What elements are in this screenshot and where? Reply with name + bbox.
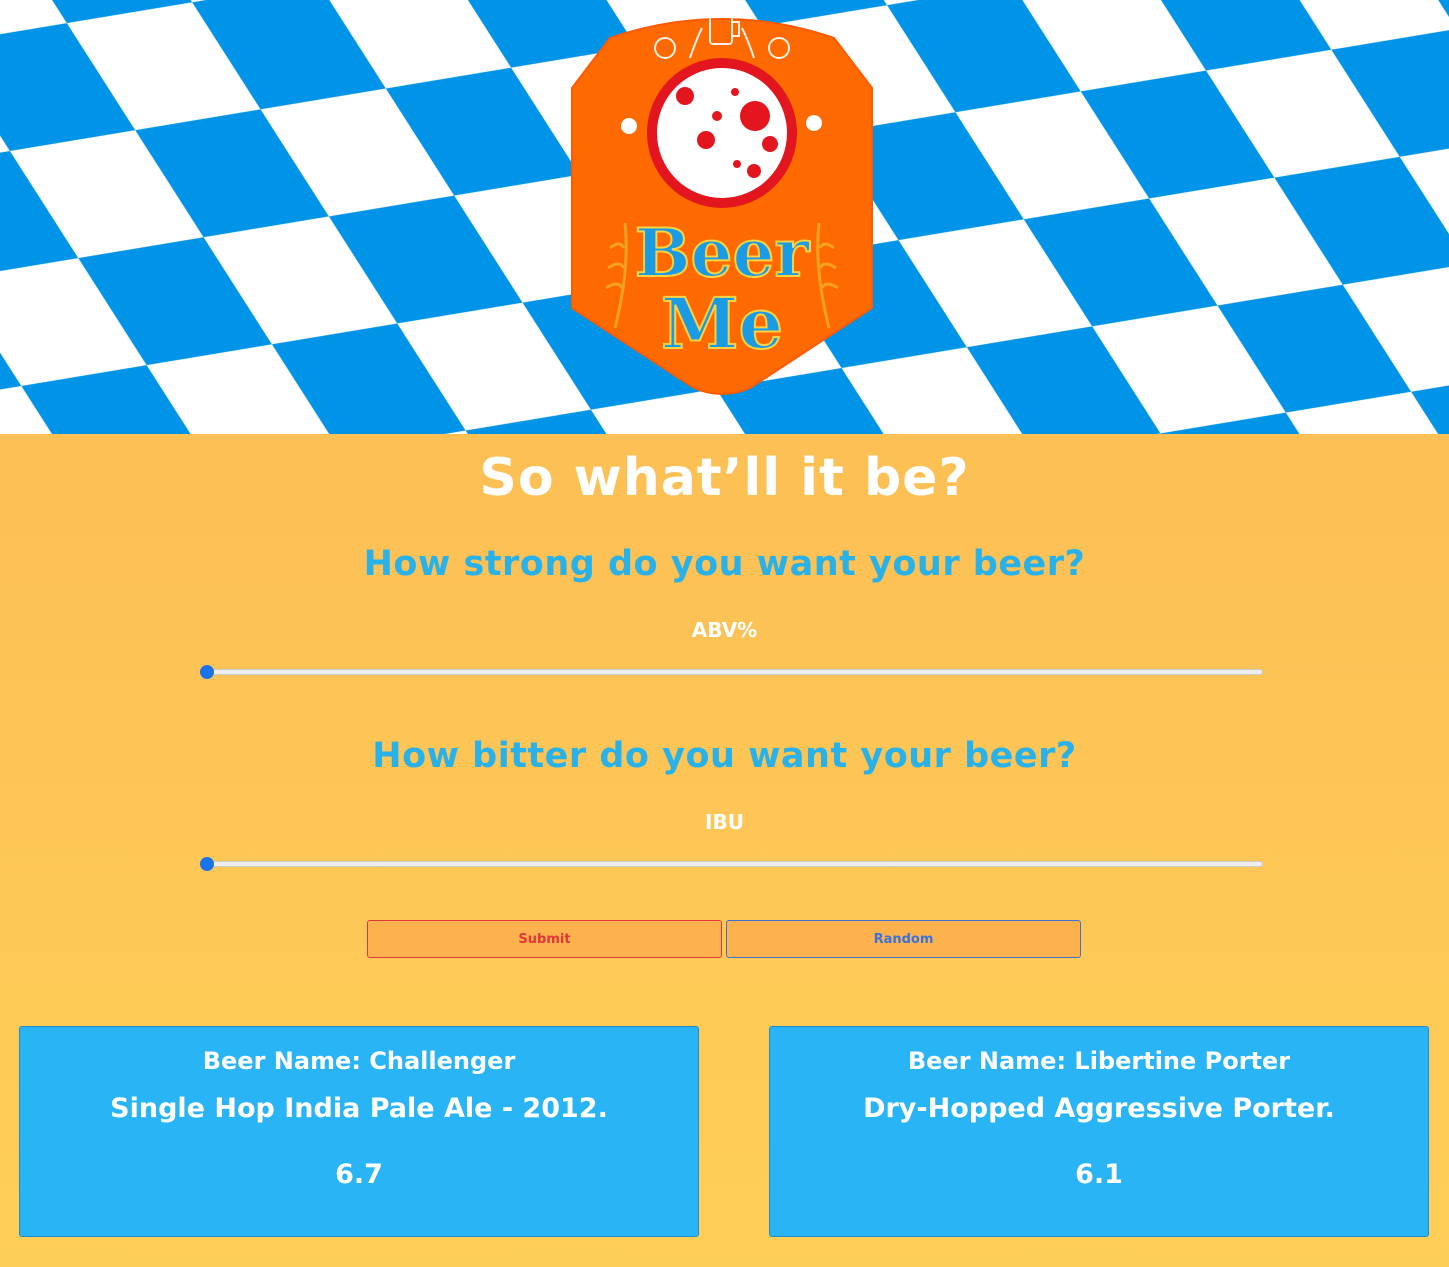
abv-slider[interactable] (200, 665, 1263, 679)
beer-name: Beer Name: Libertine Porter (907, 1047, 1291, 1075)
beer-name: Beer Name: Challenger (202, 1047, 516, 1075)
beer-result-card: Beer Name: Challenger Single Hop India P… (19, 1026, 699, 1237)
ibu-slider[interactable] (200, 857, 1263, 871)
ibu-slider-thumb[interactable] (200, 857, 214, 871)
ibu-label: IBU (705, 810, 744, 834)
beer-abv: 6.1 (1075, 1159, 1123, 1190)
beer-abv: 6.7 (335, 1159, 383, 1190)
beer-me-logo: Beer Me (571, 15, 873, 395)
abv-slider-thumb[interactable] (200, 665, 214, 679)
main-content: So what’ll it be? How strong do you want… (0, 434, 1449, 1267)
hero-banner: Beer Me (0, 0, 1449, 434)
logo-text-me: Me (661, 282, 783, 365)
beer-result-card: Beer Name: Libertine Porter Dry-Hopped A… (769, 1026, 1429, 1237)
beer-description: Single Hop India Pale Ale - 2012. (110, 1093, 608, 1124)
random-button[interactable]: Random (726, 920, 1081, 958)
ibu-slider-track[interactable] (204, 861, 1263, 867)
abv-slider-track[interactable] (204, 669, 1263, 675)
page-title: So what’ll it be? (479, 448, 970, 508)
ibu-question: How bitter do you want your beer? (372, 736, 1077, 776)
submit-button[interactable]: Submit (367, 920, 722, 958)
logo-text-beer: Beer (635, 214, 811, 292)
abv-question: How strong do you want your beer? (363, 544, 1086, 584)
beer-description: Dry-Hopped Aggressive Porter. (863, 1093, 1335, 1124)
abv-label: ABV% (691, 618, 758, 642)
